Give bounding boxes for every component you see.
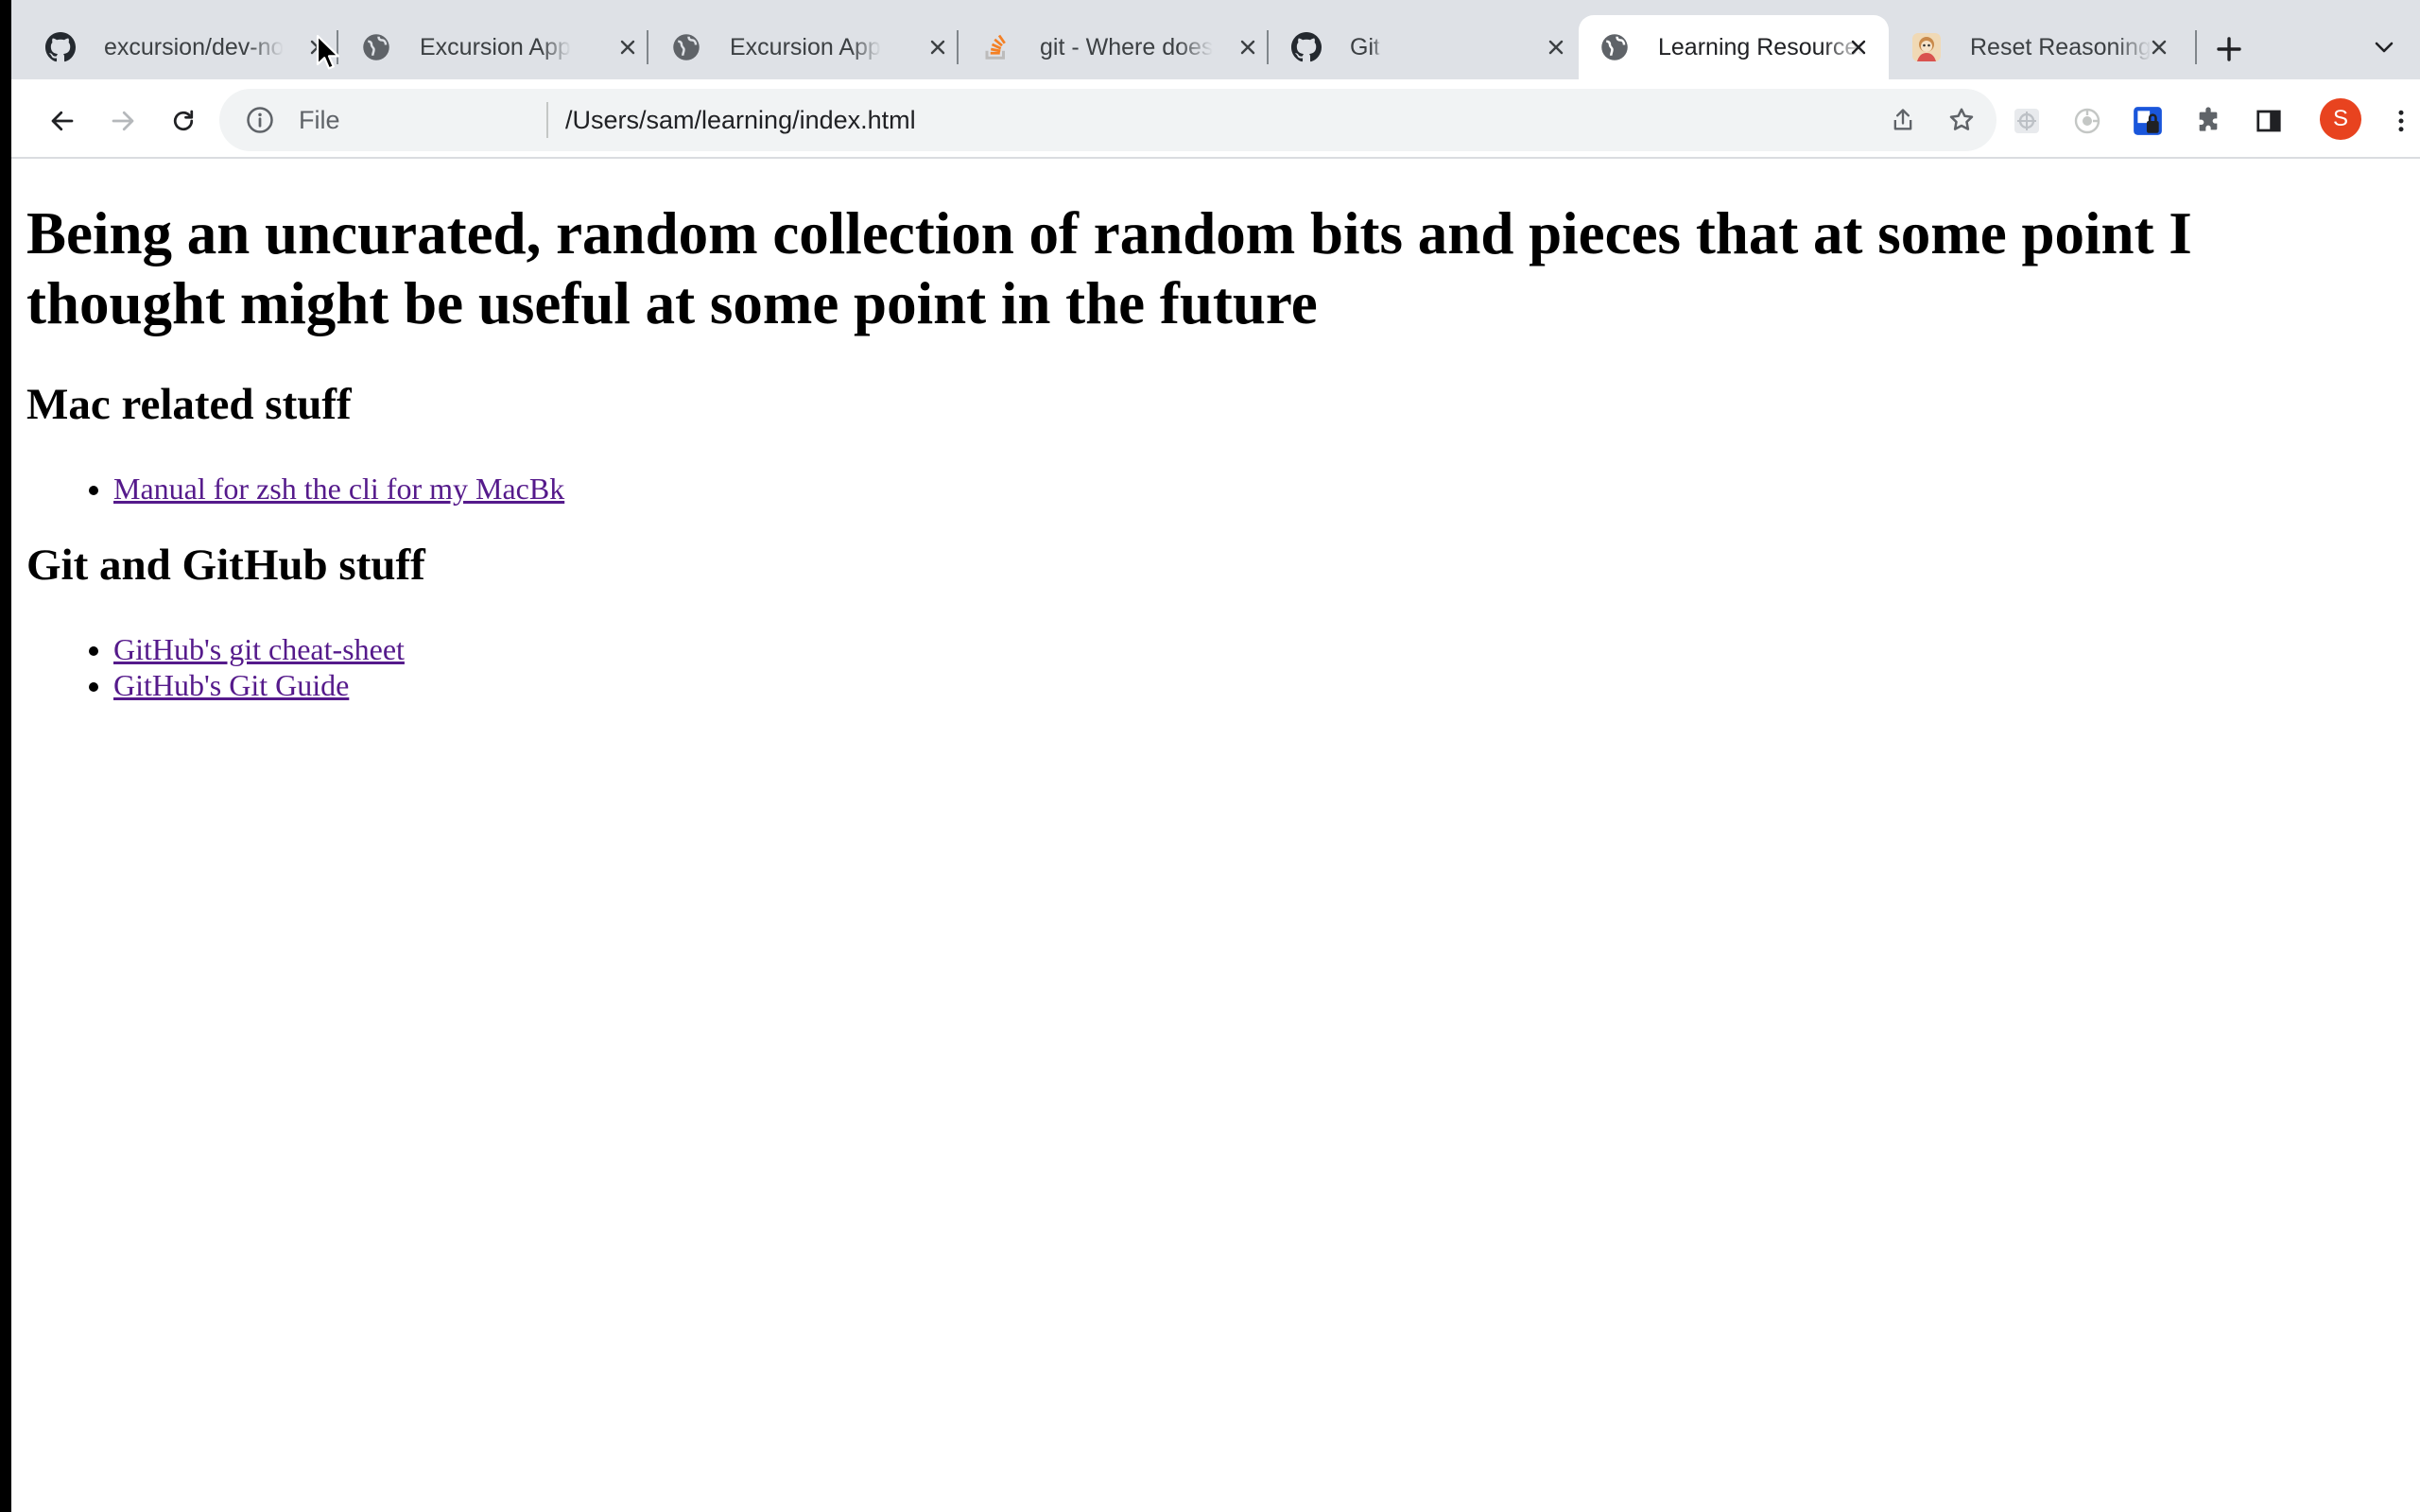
extensions-puzzle-icon[interactable] (2187, 100, 2229, 142)
extension-circle-icon[interactable] (2066, 100, 2108, 142)
git-guide-link[interactable]: GitHub's Git Guide (113, 668, 349, 702)
browser-toolbar: File /Users/sam/learning/index.html S (11, 79, 2420, 159)
stackoverflow-icon (981, 32, 1011, 62)
tab-learning-resources[interactable]: Learning Resources (1579, 15, 1889, 79)
globe-icon (361, 32, 391, 62)
extension-grey-icon[interactable] (2006, 100, 2048, 142)
tab-title: Reset Reasoning (1970, 34, 2152, 60)
tab-separator (1267, 30, 1269, 64)
close-tab-icon[interactable] (1235, 34, 1261, 60)
globe-icon (1599, 32, 1630, 62)
tab-title: Excursion App (730, 34, 881, 60)
browser-window: excursion/dev-no Excursion App Excursion… (11, 0, 2420, 1512)
omnibox-divider (546, 102, 548, 138)
tab-stackoverflow-git[interactable]: git - Where does (960, 15, 1267, 79)
avatar-favicon-icon (1911, 32, 1942, 62)
section-heading-mac: Mac related stuff (26, 380, 352, 429)
tab-reset-reasoning[interactable]: Reset Reasoning (1891, 15, 2197, 79)
close-tab-icon[interactable] (614, 34, 641, 60)
list-item: GitHub's Git Guide (113, 667, 405, 703)
more-menu-icon[interactable] (2380, 100, 2420, 142)
tab-search-chevron-icon[interactable] (2365, 28, 2403, 66)
info-icon[interactable] (244, 104, 276, 136)
tab-git[interactable]: Git (1270, 15, 1577, 79)
address-bar[interactable]: File /Users/sam/learning/index.html (219, 89, 1996, 151)
tab-separator (957, 30, 959, 64)
tab-title: Git (1350, 34, 1380, 60)
side-panel-icon[interactable] (2248, 100, 2290, 142)
tab-excursion-app-2[interactable]: Excursion App (650, 15, 957, 79)
tab-excursion-app-1[interactable]: Excursion App (340, 15, 647, 79)
section-heading-git: Git and GitHub stuff (26, 541, 425, 590)
list-item: Manual for zsh the cli for my MacBk (113, 471, 564, 507)
page-content: Being an uncurated, random collection of… (11, 159, 2420, 1512)
bookmark-star-icon[interactable] (1944, 102, 1979, 138)
github-icon (45, 32, 76, 62)
extension-blue-lock-icon[interactable] (2127, 100, 2169, 142)
git-links-list: GitHub's git cheat-sheet GitHub's Git Gu… (26, 631, 405, 703)
tab-separator (647, 30, 648, 64)
tab-title: git - Where does (1040, 34, 1214, 60)
close-tab-icon[interactable] (1845, 34, 1872, 60)
back-button[interactable] (42, 100, 83, 142)
forward-button[interactable] (102, 100, 144, 142)
tab-excursion-repo[interactable]: excursion/dev-no (25, 15, 337, 79)
zsh-manual-link[interactable]: Manual for zsh the cli for my MacBk (113, 472, 564, 506)
new-tab-button[interactable] (2208, 28, 2250, 70)
tab-strip: excursion/dev-no Excursion App Excursion… (11, 0, 2420, 79)
globe-icon (671, 32, 701, 62)
git-cheat-sheet-link[interactable]: GitHub's git cheat-sheet (113, 632, 405, 666)
tab-title: Excursion App (420, 34, 571, 60)
github-icon (1291, 32, 1322, 62)
mac-links-list: Manual for zsh the cli for my MacBk (26, 471, 564, 507)
url-text[interactable]: /Users/sam/learning/index.html (565, 103, 916, 137)
close-tab-icon[interactable] (2146, 34, 2172, 60)
mouse-pointer-icon (316, 34, 340, 70)
close-tab-icon[interactable] (1543, 34, 1569, 60)
close-tab-icon[interactable] (925, 34, 951, 60)
share-icon[interactable] (1885, 102, 1921, 138)
file-scheme-chip[interactable]: File (299, 103, 340, 137)
reload-button[interactable] (163, 100, 204, 142)
tab-title: excursion/dev-no (104, 34, 284, 60)
tab-title: Learning Resources (1658, 34, 1864, 60)
page-heading: Being an uncurated, random collection of… (26, 200, 2192, 336)
list-item: GitHub's git cheat-sheet (113, 631, 405, 667)
profile-avatar[interactable]: S (2320, 98, 2361, 140)
tab-separator (2195, 30, 2197, 64)
